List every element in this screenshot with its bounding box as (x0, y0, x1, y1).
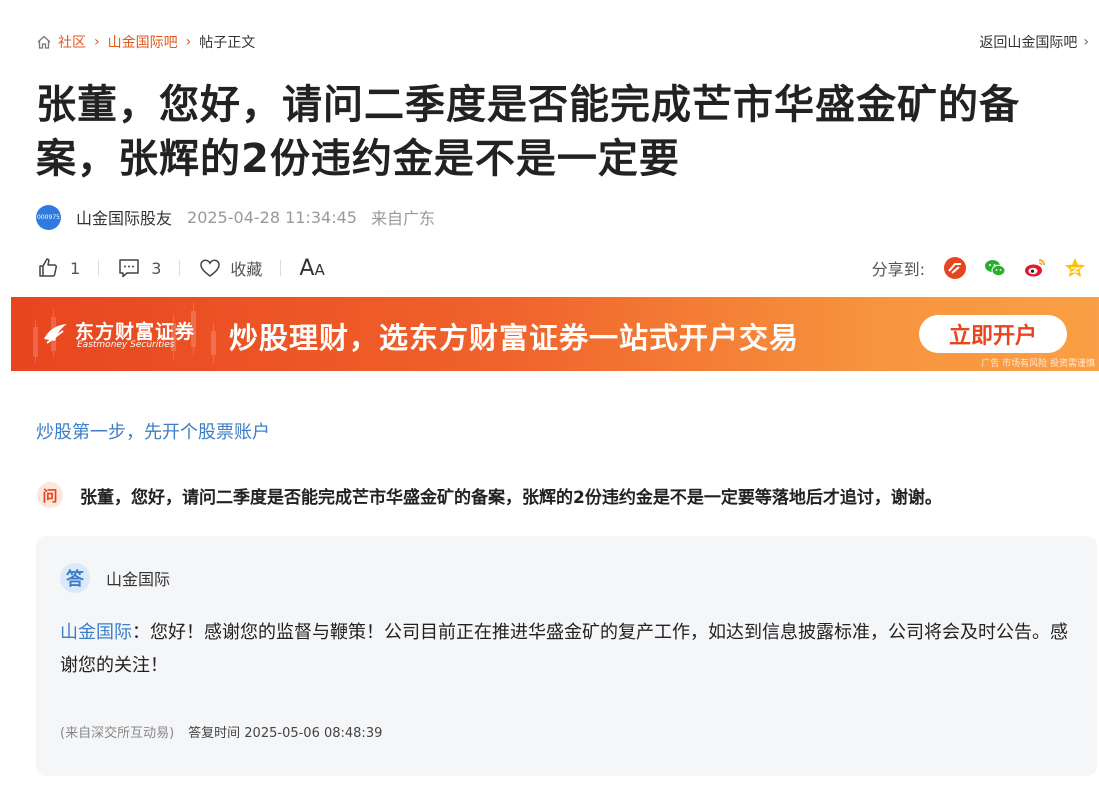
ad-banner[interactable]: 东方财富证券 Eastmoney Securities 炒股理财，选东方财富证券… (11, 297, 1099, 371)
share-label: 分享到: (871, 260, 925, 279)
chevron-right-icon: › (185, 34, 192, 50)
favorite-label[interactable]: 收藏 (230, 256, 262, 280)
post-title: 张董，您好，请问二季度是否能完成芒市华盛金矿的备案，张辉的2份违约金是不是一定要 (36, 82, 1020, 182)
question-badge: 问 (37, 482, 63, 508)
post-location: 来自广东 (370, 209, 435, 228)
breadcrumb-current: 帖子正文 (199, 35, 256, 51)
back-link-label: 返回山金国际吧 (979, 35, 1078, 51)
ad-disclaimer: 广告 市场有风险 投资需谨慎 (981, 359, 1095, 369)
ad-slogan: 炒股理财，选东方财富证券一站式开户交易 (229, 321, 800, 355)
avatar[interactable]: 000975 (36, 204, 61, 230)
eastmoney-share-icon[interactable] (943, 256, 967, 280)
font-big-glyph: A (299, 255, 315, 281)
chevron-right-icon: › (94, 34, 100, 50)
font-small-glyph: A (314, 260, 325, 279)
answer-header: 答 山金国际 (60, 563, 170, 593)
back-to-forum-link[interactable]: 返回山金国际吧 › (979, 32, 1089, 52)
thumbs-up-icon[interactable] (36, 256, 60, 280)
action-bar: 1 3 收藏 AA (36, 254, 325, 282)
comment-icon[interactable] (117, 256, 141, 280)
divider (179, 260, 181, 276)
chevron-right-icon: › (1083, 34, 1089, 50)
answer-source: (来自深交所互动易) (60, 726, 175, 741)
wechat-icon[interactable] (983, 256, 1007, 280)
divider (280, 260, 282, 276)
share-bar: 分享到: (872, 254, 1087, 282)
ad-brand-en: Eastmoney Securities (77, 340, 175, 350)
like-count: 1 (70, 258, 81, 278)
answer-badge: 答 (60, 563, 90, 593)
answer-text: ：您好！感谢您的监督与鞭策！公司目前正在推进华盛金矿的复产工作，如达到信息披露标… (60, 622, 1068, 676)
eastmoney-logo-icon (44, 324, 67, 344)
breadcrumb-community[interactable]: 社区 (58, 32, 86, 52)
open-account-button[interactable]: 立即开户 (919, 315, 1067, 353)
font-size-toggle[interactable]: AA (299, 256, 324, 281)
answer-body: 山金国际：您好！感谢您的监督与鞭策！公司目前正在推进华盛金矿的复产工作，如达到信… (60, 616, 1070, 682)
answer-footer: (来自深交所互动易) 答复时间 2025-05-06 08:48:39 (60, 722, 382, 741)
home-icon[interactable] (36, 34, 52, 50)
breadcrumb-forum[interactable]: 山金国际吧 (108, 32, 178, 52)
answer-company[interactable]: 山金国际 (106, 566, 170, 590)
promo-link[interactable]: 炒股第一步，先开个股票账户 (36, 418, 270, 444)
question-text: 张董，您好，请问二季度是否能完成芒市华盛金矿的备案，张辉的2份违约金是不是一定要… (80, 488, 942, 508)
comment-count: 3 (151, 258, 162, 278)
weibo-icon[interactable] (1023, 256, 1047, 280)
post-time: 2025-04-28 11:34:45 (187, 207, 357, 227)
author-name[interactable]: 山金国际股友 (76, 205, 172, 229)
breadcrumb: 社区 › 山金国际吧 › 帖子正文 (36, 32, 255, 52)
answer-reply-time: 答复时间 2025-05-06 08:48:39 (188, 726, 383, 741)
answer-card: 答 山金国际 山金国际：您好！感谢您的监督与鞭策！公司目前正在推进华盛金矿的复产… (36, 536, 1097, 776)
qzone-icon[interactable] (1063, 256, 1087, 280)
author-line: 000975 山金国际股友 2025-04-28 11:34:45 来自广东 (36, 204, 435, 230)
heart-icon[interactable] (198, 256, 222, 280)
responder-name[interactable]: 山金国际 (60, 622, 132, 643)
divider (98, 260, 100, 276)
